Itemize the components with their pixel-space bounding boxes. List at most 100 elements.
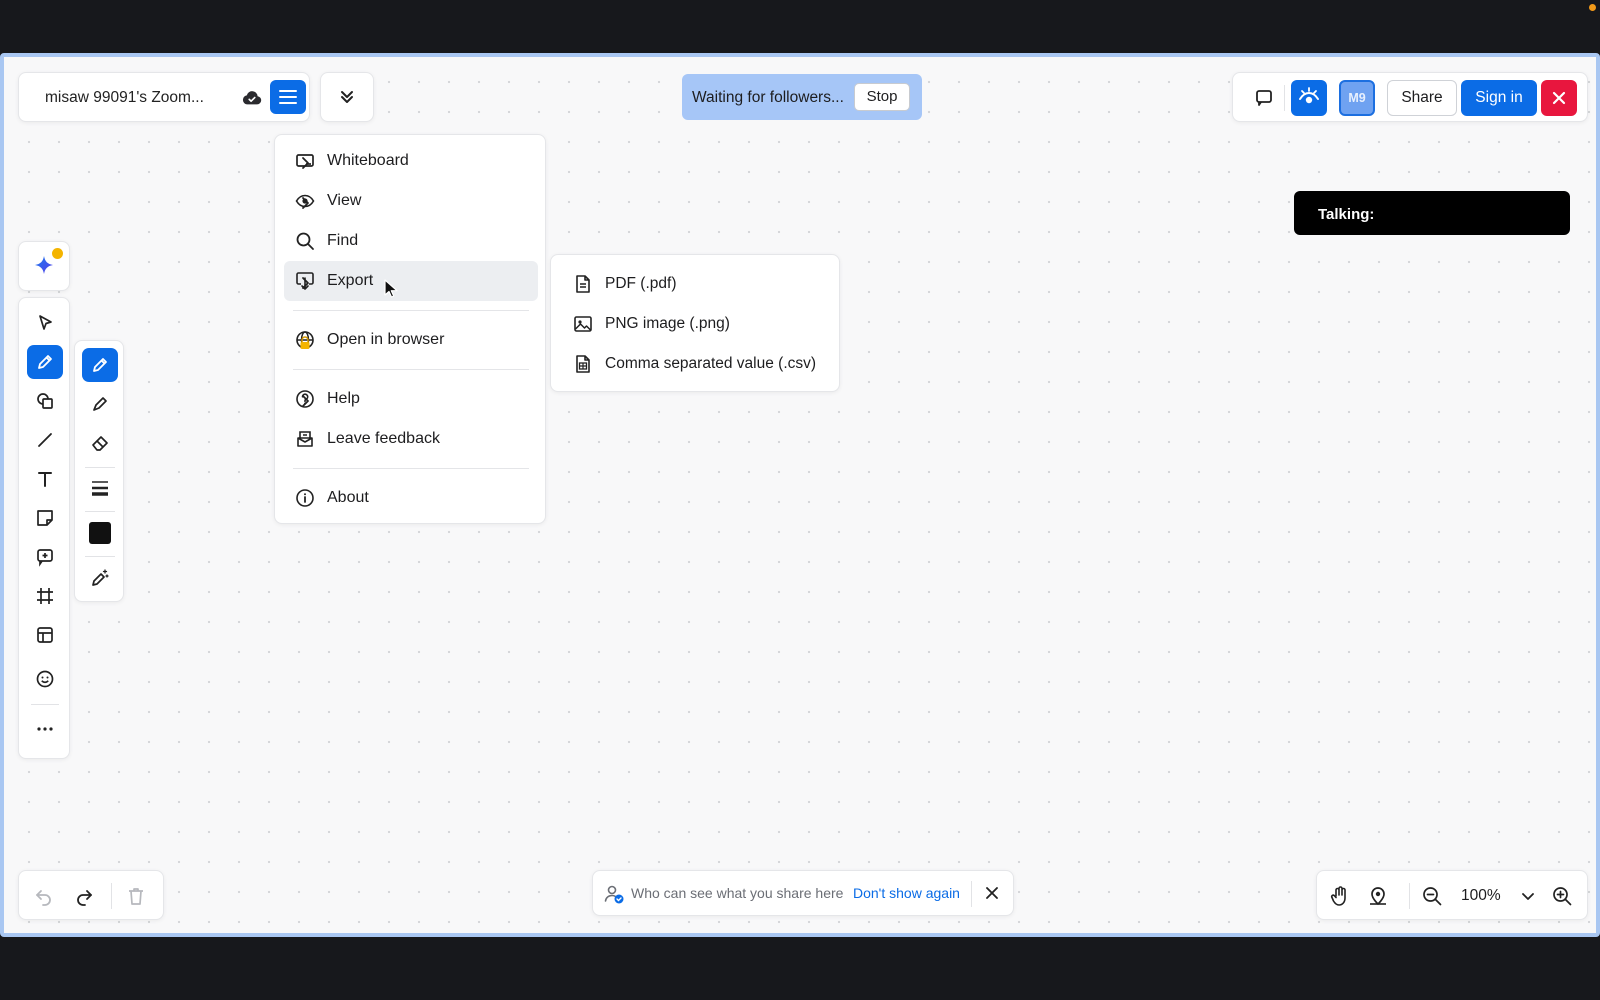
menu-divider [293, 310, 529, 311]
template-tool-button[interactable] [27, 618, 63, 652]
stroke-width-button[interactable] [82, 471, 118, 505]
menu-item-whiteboard[interactable]: Whiteboard [284, 141, 538, 181]
zoom-toolbar: 100% [1316, 870, 1588, 920]
close-icon [986, 887, 998, 899]
ai-companion-button[interactable] [18, 241, 70, 291]
menu-item-label: Find [327, 232, 359, 249]
locate-button[interactable] [1365, 883, 1391, 909]
menu-divider [293, 468, 529, 469]
sticky-note-tool-button[interactable] [27, 501, 63, 535]
color-picker-button[interactable] [82, 516, 118, 550]
share-button[interactable]: Share [1387, 80, 1457, 116]
chevron-down-icon [1522, 893, 1534, 900]
chevron-right-icon [295, 391, 315, 411]
menu-item-export[interactable]: Export [284, 261, 538, 301]
zoom-dropdown-button[interactable] [1515, 883, 1541, 909]
menu-divider [293, 369, 529, 370]
csv-file-icon [573, 354, 593, 374]
collapse-toolbar-button[interactable] [320, 72, 374, 122]
zoom-in-button[interactable] [1549, 883, 1575, 909]
menu-item-label: Open in browser [327, 331, 445, 348]
stroke-width-icon [92, 481, 108, 496]
recording-indicator [1589, 4, 1596, 11]
menu-item-open-in-browser[interactable]: Open in browser [284, 320, 538, 360]
talking-indicator: Talking: [1294, 191, 1570, 235]
window-top-bar [0, 0, 1600, 53]
magic-pen-button[interactable] [82, 561, 118, 595]
info-icon [295, 488, 315, 508]
highlighter-option-button[interactable] [82, 387, 118, 421]
eraser-option-button[interactable] [82, 426, 118, 460]
template-icon [37, 627, 53, 643]
menu-item-label: Whiteboard [327, 152, 409, 169]
undo-icon [36, 890, 51, 906]
emoji-tool-button[interactable] [27, 662, 63, 696]
board-title[interactable]: misaw 99091's Zoom... [45, 89, 204, 107]
eraser-icon [92, 436, 108, 451]
pan-hand-button[interactable] [1327, 883, 1353, 909]
highlighter-icon [93, 397, 107, 411]
zoom-level[interactable]: 100% [1461, 887, 1501, 905]
menu-item-leave-feedback[interactable]: Leave feedback [284, 419, 538, 459]
follow-status-text: Waiting for followers... [692, 89, 844, 106]
export-png-item[interactable]: PNG image (.png) [561, 305, 831, 343]
divider [971, 881, 972, 907]
sign-in-button[interactable]: Sign in [1461, 80, 1537, 116]
lock-icon [295, 333, 315, 353]
comment-icon [1256, 90, 1272, 106]
main-menu-button[interactable] [270, 80, 306, 114]
menu-item-help[interactable]: Help [284, 379, 538, 419]
dismiss-notice-button[interactable] [983, 884, 1001, 902]
undo-button[interactable] [31, 883, 57, 909]
redo-button[interactable] [71, 883, 97, 909]
cloud-check-icon[interactable] [241, 87, 263, 109]
feedback-icon [295, 429, 315, 449]
menu-item-label: View [327, 192, 362, 209]
redo-icon [77, 890, 92, 906]
avatar[interactable]: M9 [1339, 80, 1375, 116]
close-board-button[interactable] [1541, 80, 1577, 116]
select-tool-button[interactable] [27, 306, 63, 340]
pen-icon [38, 355, 52, 369]
history-toolbar [18, 870, 164, 920]
pen-options-toolbar [74, 340, 124, 602]
divider [85, 556, 115, 557]
pen-tool-button[interactable] [27, 345, 63, 379]
main-toolbar [18, 297, 70, 759]
window-bottom-bar [0, 937, 1600, 1000]
cursor-arrow-icon [39, 315, 52, 330]
emoji-icon [36, 670, 54, 688]
visibility-notice: Who can see what you share here Don't sh… [592, 870, 1014, 916]
zoom-out-icon [1423, 887, 1442, 906]
chat-button[interactable] [1247, 80, 1281, 116]
text-tool-button[interactable] [27, 462, 63, 496]
magic-pen-icon [92, 569, 109, 586]
menu-item-find[interactable]: Find [284, 221, 538, 261]
stop-following-button[interactable]: Stop [854, 83, 910, 111]
export-csv-item[interactable]: Comma separated value (.csv) [561, 345, 831, 383]
shapes-tool-button[interactable] [27, 384, 63, 418]
line-tool-button[interactable] [27, 423, 63, 457]
hamburger-menu-icon [279, 90, 297, 104]
follow-status-banner: Waiting for followers... Stop [682, 74, 922, 120]
zoom-out-button[interactable] [1419, 883, 1445, 909]
divider [1409, 883, 1410, 909]
double-chevron-down-icon [337, 87, 357, 107]
export-pdf-item[interactable]: PDF (.pdf) [561, 265, 831, 303]
export-option-label: Comma separated value (.csv) [605, 355, 817, 372]
menu-item-view[interactable]: View [284, 181, 538, 221]
menu-item-label: Leave feedback [327, 430, 440, 447]
follow-button[interactable] [1291, 80, 1327, 116]
more-tools-button[interactable] [27, 712, 63, 746]
divider [85, 511, 115, 512]
frame-tool-button[interactable] [27, 579, 63, 613]
menu-item-about[interactable]: About [284, 478, 538, 518]
delete-button[interactable] [123, 883, 149, 909]
frame-icon [37, 588, 53, 604]
comment-tool-button[interactable] [27, 540, 63, 574]
dont-show-again-link[interactable]: Don't show again [853, 885, 960, 901]
header-actions-panel: M9 Share Sign in [1232, 72, 1588, 122]
menu-item-label: Help [327, 390, 360, 407]
whiteboard-canvas[interactable]: misaw 99091's Zoom... Waiting for follow… [0, 53, 1600, 937]
pen-option-button[interactable] [82, 348, 118, 382]
